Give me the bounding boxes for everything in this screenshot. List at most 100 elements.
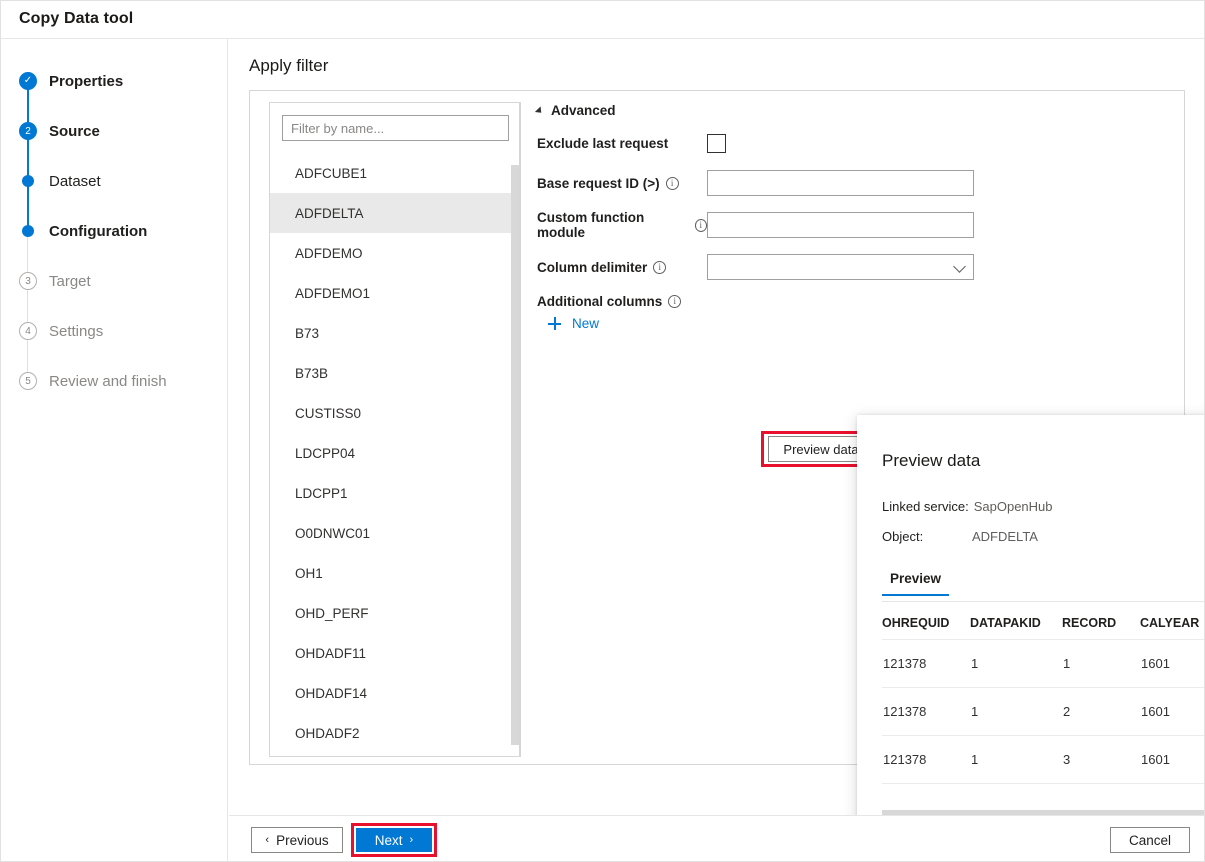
- step-label-configuration: Configuration: [49, 223, 147, 240]
- table-row: 121378 1 1 1601 01 CH02: [882, 640, 1205, 688]
- list-item[interactable]: OHDADF14: [270, 673, 519, 713]
- exclude-last-request-row: Exclude last request: [537, 130, 1167, 156]
- sidebar-item-dataset[interactable]: Dataset: [1, 156, 227, 206]
- sidebar-item-configuration[interactable]: Configuration: [1, 206, 227, 256]
- table-cell: 121378: [882, 688, 970, 736]
- table-cell: 2: [1062, 688, 1140, 736]
- table-row: 121378 1 3 1601 01 CH04: [882, 736, 1205, 784]
- sidebar-item-review-and-finish[interactable]: 5 Review and finish: [1, 356, 227, 406]
- sidebar-item-settings[interactable]: 4 Settings: [1, 306, 227, 356]
- column-delimiter-select-wrapper[interactable]: [707, 254, 974, 280]
- step-label-target: Target: [49, 273, 91, 290]
- next-button-label: Next: [375, 833, 403, 848]
- table-cell: 1601: [1140, 688, 1205, 736]
- info-icon[interactable]: i: [653, 261, 666, 274]
- collapse-caret-icon[interactable]: [535, 106, 544, 115]
- list-item[interactable]: ADFCUBE1: [270, 153, 519, 193]
- chevron-right-icon: ›: [410, 834, 414, 846]
- object-row: Object:ADFDELTA: [882, 529, 1038, 544]
- list-item[interactable]: CUSTISS0: [270, 393, 519, 433]
- object-list-scrollbar-track[interactable]: [511, 153, 519, 756]
- cancel-button[interactable]: Cancel: [1110, 827, 1190, 853]
- table-cell: 121378: [882, 640, 970, 688]
- list-item[interactable]: OHDADF11: [270, 633, 519, 673]
- table-cell: 1601: [1140, 736, 1205, 784]
- object-list-scrollbar-thumb[interactable]: [511, 165, 519, 745]
- sidebar-item-target[interactable]: 3 Target: [1, 256, 227, 306]
- linked-service-row: Linked service: SapOpenHub: [882, 499, 1053, 514]
- list-item[interactable]: LDCPP04: [270, 433, 519, 473]
- additional-columns-label: Additional columns i: [537, 294, 1167, 309]
- add-new-column-button[interactable]: New: [548, 316, 1167, 331]
- previous-button[interactable]: ‹ Previous: [251, 827, 343, 853]
- dialog-title: Preview data: [882, 451, 980, 471]
- column-header: OHREQUID: [882, 610, 970, 640]
- object-value: ADFDELTA: [972, 529, 1038, 544]
- list-item[interactable]: OHDADF2: [270, 713, 519, 753]
- list-item[interactable]: ADFDEMO1: [270, 273, 519, 313]
- plus-icon: [548, 317, 561, 330]
- next-button[interactable]: Next ›: [356, 828, 432, 852]
- window-title: Copy Data tool: [19, 10, 133, 28]
- advanced-section-header[interactable]: Advanced: [537, 103, 1167, 118]
- info-icon[interactable]: i: [695, 219, 707, 232]
- filter-by-name-input[interactable]: [282, 115, 509, 141]
- list-item[interactable]: LDCPP1: [270, 473, 519, 513]
- list-item[interactable]: OH1: [270, 553, 519, 593]
- sidebar-item-properties[interactable]: ✓ Properties: [1, 56, 227, 106]
- additional-columns-section: Additional columns i New: [537, 294, 1167, 331]
- advanced-form: Advanced Exclude last request Base reque…: [537, 103, 1167, 331]
- list-item[interactable]: B73B: [270, 353, 519, 393]
- object-label: Object:: [882, 529, 972, 544]
- tab-preview[interactable]: Preview: [882, 571, 949, 595]
- preview-table-wrapper[interactable]: OHREQUID DATAPAKID RECORD CALYEAR CALMON…: [882, 610, 1205, 808]
- table-header-row: OHREQUID DATAPAKID RECORD CALYEAR CALMON…: [882, 610, 1205, 640]
- table-cell: 1601: [1140, 640, 1205, 688]
- column-delimiter-select[interactable]: [707, 254, 974, 280]
- sidebar-item-source[interactable]: 2 Source: [1, 106, 227, 156]
- column-delimiter-row: Column delimiter i: [537, 254, 1167, 280]
- column-header: RECORD: [1062, 610, 1140, 640]
- custom-function-module-row: Custom function module i: [537, 210, 1167, 240]
- table-cell: 1: [970, 640, 1062, 688]
- list-item[interactable]: B73: [270, 313, 519, 353]
- table-cell: 121378: [882, 736, 970, 784]
- step-label-settings: Settings: [49, 323, 103, 340]
- table-cell: 1: [970, 736, 1062, 784]
- list-item-selected[interactable]: ADFDELTA: [270, 193, 519, 233]
- list-item[interactable]: OHDADF7: [270, 753, 519, 756]
- panel-divider: [520, 102, 521, 757]
- info-icon[interactable]: i: [668, 295, 681, 308]
- list-item[interactable]: ADFDEMO: [270, 233, 519, 273]
- table-row: 121378 1 2 1601 01 CH02: [882, 688, 1205, 736]
- page-title: Apply filter: [249, 56, 328, 76]
- table-cell: 3: [1062, 736, 1140, 784]
- list-item[interactable]: OHD_PERF: [270, 593, 519, 633]
- step-number-badge: 4: [19, 322, 37, 340]
- base-request-id-row: Base request ID (>) i: [537, 170, 1167, 196]
- preview-table: OHREQUID DATAPAKID RECORD CALYEAR CALMON…: [882, 610, 1205, 784]
- column-header: DATAPAKID: [970, 610, 1062, 640]
- custom-function-module-input[interactable]: [707, 212, 974, 238]
- step-label-source: Source: [49, 123, 100, 140]
- info-icon[interactable]: i: [666, 177, 679, 190]
- previous-button-label: Previous: [276, 833, 329, 848]
- copy-data-tool-window: Copy Data tool ✓ Properties 2 Source Dat…: [0, 0, 1205, 862]
- step-check-icon: ✓: [19, 72, 37, 90]
- step-number-badge: 3: [19, 272, 37, 290]
- exclude-last-request-checkbox[interactable]: [707, 134, 726, 153]
- table-cell: 1: [1062, 640, 1140, 688]
- chevron-left-icon: ‹: [265, 834, 269, 846]
- add-new-column-label: New: [572, 316, 599, 331]
- base-request-id-input[interactable]: [707, 170, 974, 196]
- table-cell: 1: [970, 688, 1062, 736]
- preview-data-dialog: Preview data Linked service: SapOpenHub O…: [857, 415, 1205, 854]
- wizard-sidebar: ✓ Properties 2 Source Dataset Configurat…: [1, 39, 228, 862]
- linked-service-value: SapOpenHub: [974, 499, 1053, 514]
- object-list-panel: ADFCUBE1 ADFDELTA ADFDEMO ADFDEMO1 B73 B…: [269, 102, 520, 757]
- step-number-badge: 5: [19, 372, 37, 390]
- linked-service-label: Linked service:: [882, 499, 969, 514]
- advanced-section-label: Advanced: [551, 103, 616, 118]
- list-item[interactable]: O0DNWC01: [270, 513, 519, 553]
- object-list[interactable]: ADFCUBE1 ADFDELTA ADFDEMO ADFDEMO1 B73 B…: [270, 153, 519, 756]
